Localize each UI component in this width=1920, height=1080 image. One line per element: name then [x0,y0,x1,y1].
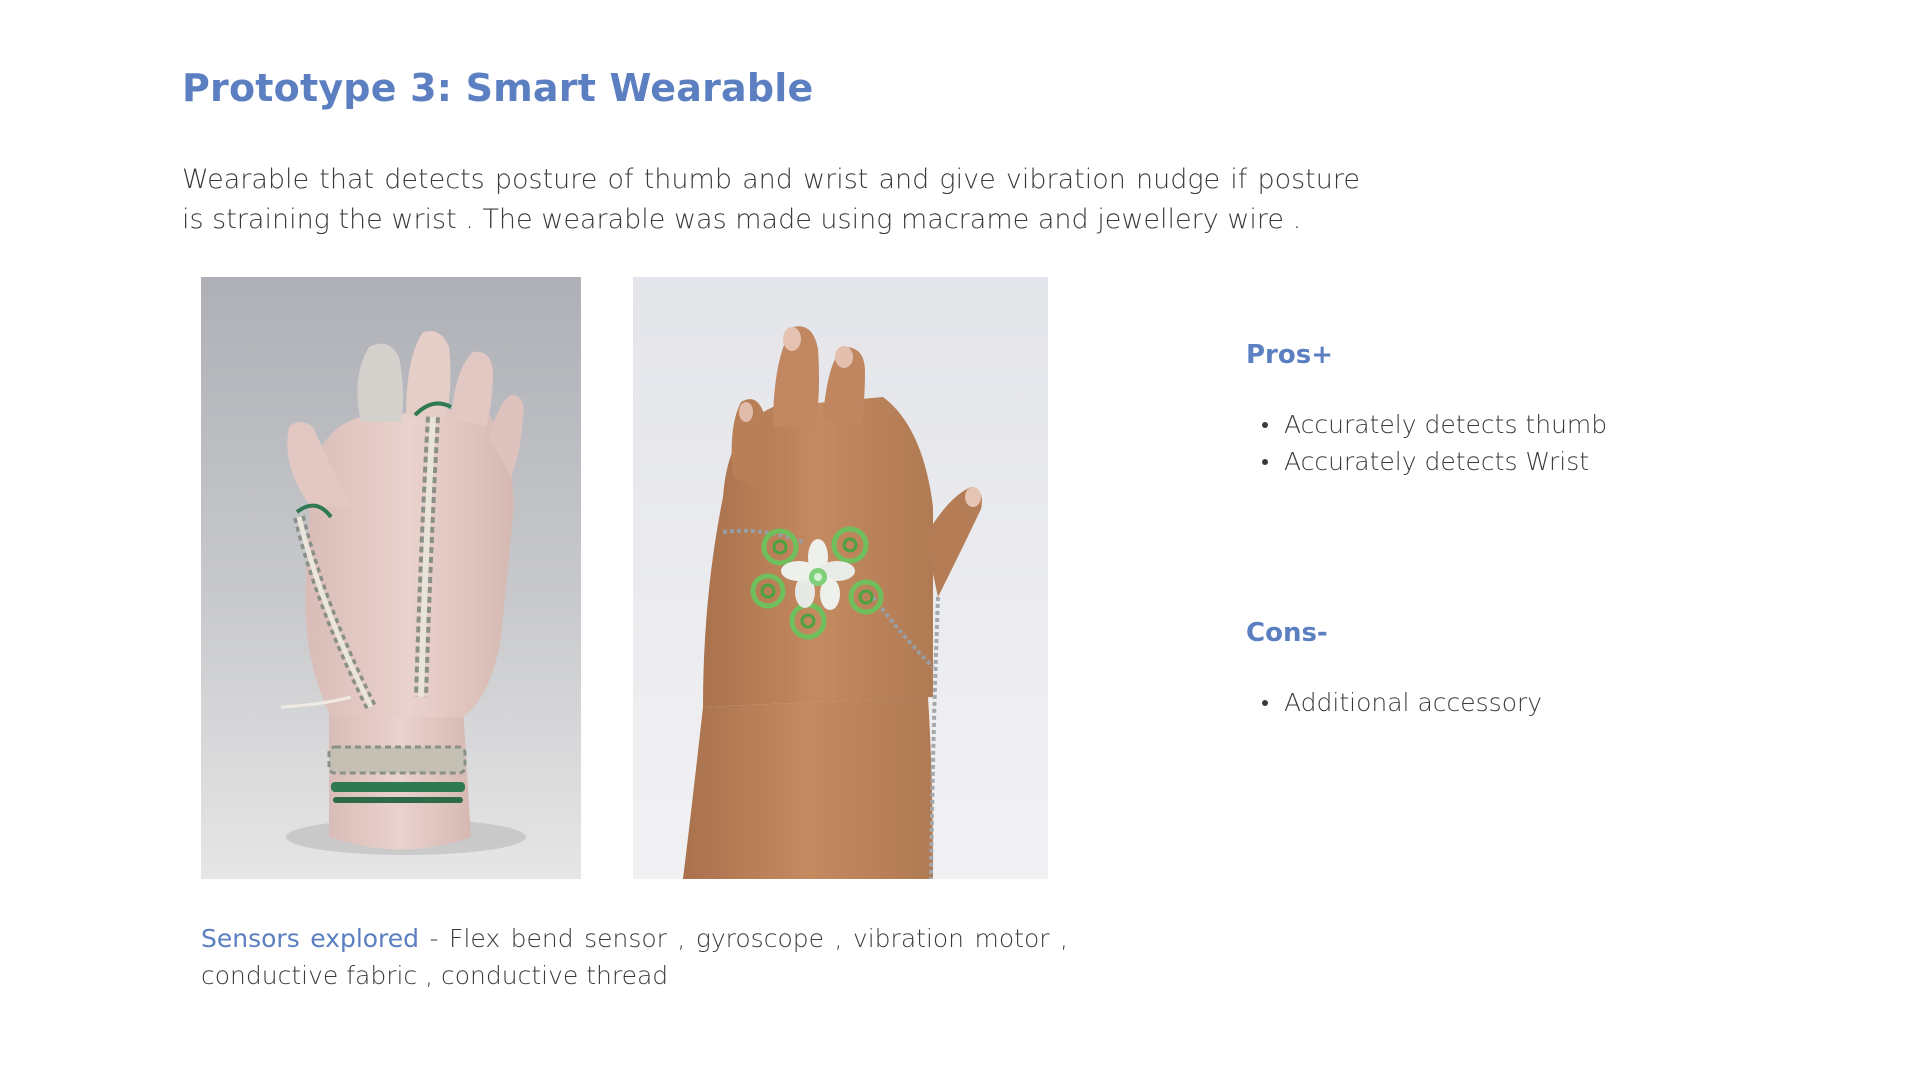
sensors-explored: Sensors explored - Flex bend sensor , gy… [201,920,1068,994]
hand-bracelet-photo [633,277,1048,879]
cons-list: Additional accessory [1262,684,1542,721]
pros-heading: Pros+ [1246,340,1334,370]
pros-list: Accurately detects thumb Accurately dete… [1262,406,1607,480]
list-item: Additional accessory [1262,684,1542,721]
list-item: Accurately detects Wrist [1262,443,1607,480]
clay-hand-photo [201,277,581,879]
slide-title: Prototype 3: Smart Wearable [182,66,814,110]
cons-heading: Cons- [1246,618,1328,648]
intro-paragraph: Wearable that detects posture of thumb a… [182,164,1360,235]
list-item: Accurately detects thumb [1262,406,1607,443]
sensors-label: Sensors explored [201,924,420,953]
